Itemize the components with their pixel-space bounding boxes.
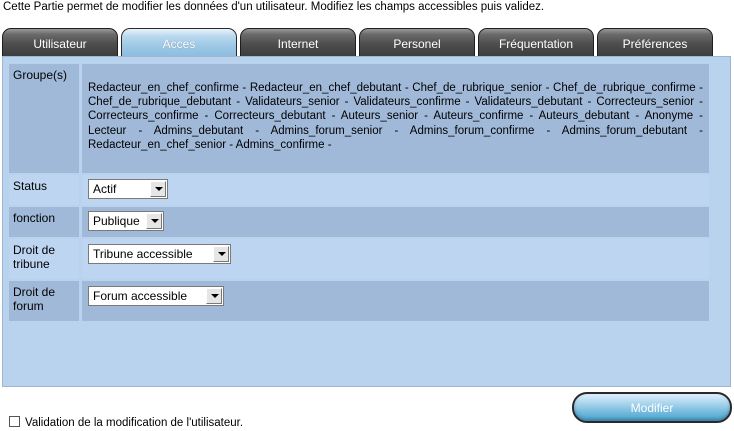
- tab-personel[interactable]: Personel: [359, 28, 475, 56]
- droit-forum-row: Droit de forum Forum accessible: [9, 281, 709, 321]
- droit-tribune-select[interactable]: Tribune accessible: [88, 244, 231, 264]
- status-select[interactable]: Actif: [88, 179, 168, 199]
- groups-value: Redacteur_en_chef_confirme - Redacteur_e…: [82, 64, 709, 173]
- fonction-label: fonction: [9, 207, 79, 237]
- status-row: Status Actif: [9, 175, 709, 205]
- groups-label: Groupe(s): [9, 64, 79, 173]
- fonction-select[interactable]: Publique: [88, 211, 164, 231]
- tab-acces[interactable]: Acces: [121, 28, 237, 58]
- droit-tribune-row: Droit de tribune Tribune accessible: [9, 239, 709, 279]
- chevron-down-icon[interactable]: [213, 246, 229, 262]
- status-label: Status: [9, 175, 79, 205]
- validation-label: Validation de la modification de l'utili…: [25, 417, 244, 429]
- modifier-button[interactable]: Modifier: [572, 392, 732, 423]
- tab-utilisateur[interactable]: Utilisateur: [2, 28, 118, 56]
- tab-frequentation[interactable]: Fréquentation: [478, 28, 594, 56]
- groups-row: Groupe(s) Redacteur_en_chef_confirme - R…: [9, 64, 709, 173]
- chevron-down-icon[interactable]: [206, 288, 222, 304]
- chevron-down-icon[interactable]: [146, 213, 162, 229]
- chevron-down-icon[interactable]: [150, 181, 166, 197]
- tab-internet[interactable]: Internet: [240, 28, 356, 56]
- droit-tribune-label: Droit de tribune: [9, 239, 79, 279]
- droit-forum-label: Droit de forum: [9, 281, 79, 321]
- validation-checkbox[interactable]: [9, 416, 20, 427]
- fonction-row: fonction Publique: [9, 207, 709, 237]
- status-select-value: Actif: [93, 182, 117, 196]
- form-panel: Groupe(s) Redacteur_en_chef_confirme - R…: [2, 56, 731, 387]
- intro-text: Cette Partie permet de modifier les donn…: [3, 1, 545, 13]
- droit-tribune-select-value: Tribune accessible: [93, 247, 193, 261]
- droit-forum-select[interactable]: Forum accessible: [88, 286, 224, 306]
- droit-forum-select-value: Forum accessible: [93, 289, 188, 303]
- fonction-select-value: Publique: [93, 214, 140, 228]
- tab-bar: Utilisateur Acces Internet Personel Fréq…: [2, 28, 716, 58]
- tab-preferences[interactable]: Préférences: [597, 28, 713, 56]
